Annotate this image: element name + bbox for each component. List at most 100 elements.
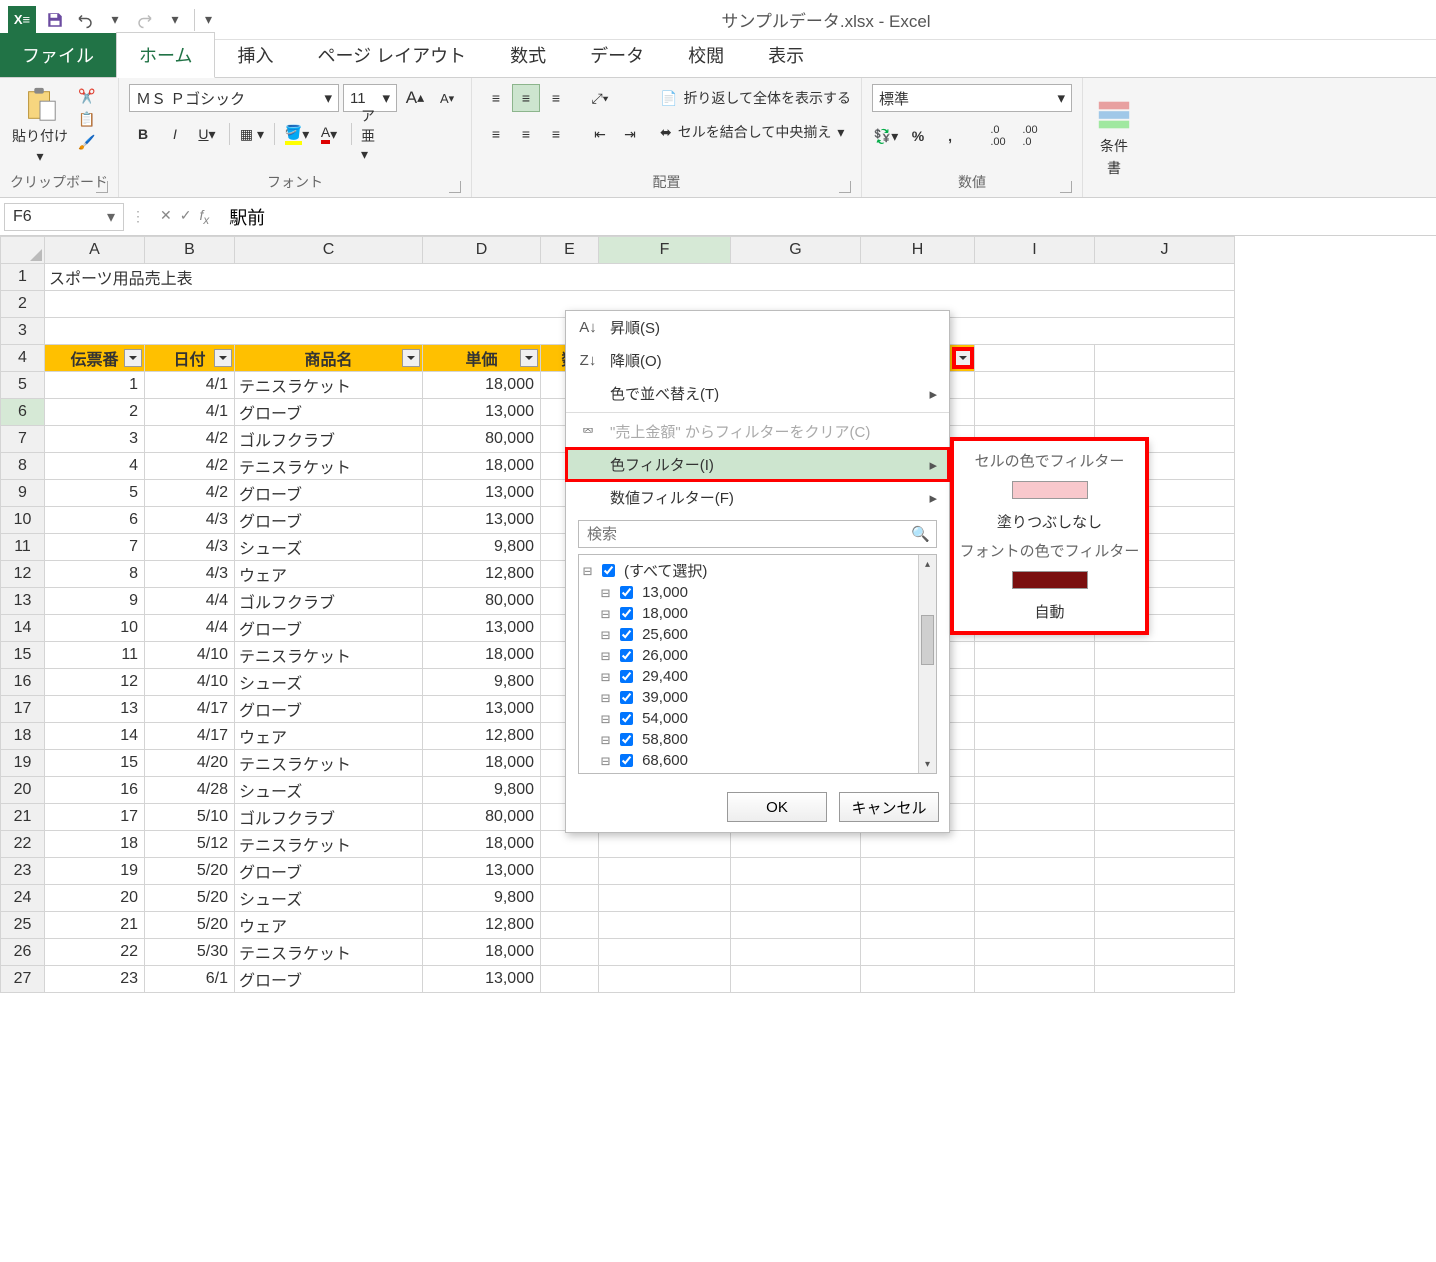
cell[interactable] bbox=[861, 912, 975, 939]
cell[interactable] bbox=[731, 885, 861, 912]
cell[interactable] bbox=[541, 858, 599, 885]
cell[interactable]: 18,000 bbox=[423, 372, 541, 399]
cell[interactable] bbox=[599, 831, 731, 858]
underline-button[interactable]: U ▾ bbox=[193, 120, 221, 148]
cell[interactable] bbox=[599, 912, 731, 939]
cell[interactable]: ゴルフクラブ bbox=[235, 426, 423, 453]
cell[interactable] bbox=[731, 858, 861, 885]
cell[interactable] bbox=[975, 939, 1095, 966]
cell[interactable]: 4/4 bbox=[145, 588, 235, 615]
cell[interactable]: 5/20 bbox=[145, 858, 235, 885]
redo-icon[interactable] bbox=[134, 9, 156, 31]
bold-button[interactable]: B bbox=[129, 120, 157, 148]
cell[interactable]: 12,800 bbox=[423, 723, 541, 750]
filter-check-item[interactable]: ⊟25,600 bbox=[583, 624, 932, 645]
cell[interactable]: 13,000 bbox=[423, 696, 541, 723]
cell[interactable]: 13,000 bbox=[423, 615, 541, 642]
cell[interactable] bbox=[861, 966, 975, 993]
cell[interactable] bbox=[1095, 399, 1235, 426]
cell[interactable]: 4/2 bbox=[145, 426, 235, 453]
search-icon[interactable]: 🔍 bbox=[911, 525, 930, 543]
cell[interactable] bbox=[1095, 669, 1235, 696]
worksheet-grid[interactable]: A B C D E F G H I J 1 スポーツ用品売上表 2 3 4 伝票… bbox=[0, 236, 1436, 993]
col-header-G[interactable]: G bbox=[731, 237, 861, 264]
cell[interactable] bbox=[731, 831, 861, 858]
cell[interactable]: 18,000 bbox=[423, 939, 541, 966]
cell[interactable]: 22 bbox=[45, 939, 145, 966]
cell[interactable] bbox=[975, 966, 1095, 993]
cell[interactable] bbox=[1095, 804, 1235, 831]
row-header[interactable]: 10 bbox=[1, 507, 45, 534]
decrease-font-icon[interactable]: A▾ bbox=[433, 84, 461, 112]
cell[interactable]: 8 bbox=[45, 561, 145, 588]
cell[interactable]: グローブ bbox=[235, 480, 423, 507]
undo-icon[interactable] bbox=[74, 9, 96, 31]
cell[interactable]: 4/2 bbox=[145, 453, 235, 480]
cell[interactable]: 12,800 bbox=[423, 561, 541, 588]
cell[interactable] bbox=[975, 696, 1095, 723]
cell[interactable]: 5 bbox=[45, 480, 145, 507]
cell[interactable]: グローブ bbox=[235, 615, 423, 642]
cell[interactable]: 20 bbox=[45, 885, 145, 912]
increase-decimal-icon[interactable]: .0.00 bbox=[984, 122, 1012, 150]
filter-check-item[interactable]: ⊟39,000 bbox=[583, 687, 932, 708]
cell[interactable]: 5/20 bbox=[145, 912, 235, 939]
filter-check-item[interactable]: ⊟54,000 bbox=[583, 708, 932, 729]
cell[interactable] bbox=[731, 912, 861, 939]
cell[interactable]: ウェア bbox=[235, 723, 423, 750]
filter-check-item[interactable]: ⊟18,000 bbox=[583, 603, 932, 624]
cell[interactable]: 6/1 bbox=[145, 966, 235, 993]
cell[interactable]: 4/2 bbox=[145, 480, 235, 507]
checkbox[interactable] bbox=[620, 754, 633, 767]
cell[interactable]: 18 bbox=[45, 831, 145, 858]
cell[interactable] bbox=[1095, 966, 1235, 993]
cell[interactable]: 13,000 bbox=[423, 966, 541, 993]
sort-descending[interactable]: Z↓ 降順(O) bbox=[566, 344, 949, 377]
tab-formula[interactable]: 数式 bbox=[488, 33, 568, 77]
cell[interactable] bbox=[861, 858, 975, 885]
cell[interactable]: 5/10 bbox=[145, 804, 235, 831]
cell[interactable]: 3 bbox=[45, 426, 145, 453]
row-header[interactable]: 5 bbox=[1, 372, 45, 399]
cell[interactable]: 4/17 bbox=[145, 696, 235, 723]
cell[interactable]: 80,000 bbox=[423, 804, 541, 831]
chevron-down-icon[interactable]: ▾ bbox=[107, 207, 115, 227]
paste-button[interactable]: 貼り付け ▾ bbox=[10, 84, 70, 167]
cell[interactable] bbox=[975, 372, 1095, 399]
cell[interactable]: 6 bbox=[45, 507, 145, 534]
filter-search-input[interactable] bbox=[585, 525, 911, 544]
sheet-title[interactable]: スポーツ用品売上表 bbox=[45, 264, 1235, 291]
col-header-C[interactable]: C bbox=[235, 237, 423, 264]
row-header[interactable]: 12 bbox=[1, 561, 45, 588]
filter-check-item[interactable]: ⊟68,600 bbox=[583, 750, 932, 771]
cell[interactable] bbox=[861, 939, 975, 966]
tab-file[interactable]: ファイル bbox=[0, 33, 116, 77]
cell[interactable]: 80,000 bbox=[423, 426, 541, 453]
cell[interactable]: 12 bbox=[45, 669, 145, 696]
italic-button[interactable]: I bbox=[161, 120, 189, 148]
cell[interactable]: 4/10 bbox=[145, 669, 235, 696]
cell[interactable]: テニスラケット bbox=[235, 642, 423, 669]
chevron-down-icon[interactable]: ▾ bbox=[837, 124, 844, 141]
cell[interactable]: 13 bbox=[45, 696, 145, 723]
row-header[interactable]: 24 bbox=[1, 885, 45, 912]
percent-button[interactable]: % bbox=[904, 122, 932, 150]
cell[interactable]: 4/28 bbox=[145, 777, 235, 804]
row-header[interactable]: 11 bbox=[1, 534, 45, 561]
scroll-up-icon[interactable]: ▴ bbox=[919, 555, 936, 573]
filter-button-active[interactable] bbox=[954, 349, 972, 367]
cell[interactable]: ウェア bbox=[235, 561, 423, 588]
cell[interactable] bbox=[731, 966, 861, 993]
cell[interactable]: 23 bbox=[45, 966, 145, 993]
checkbox[interactable] bbox=[620, 586, 633, 599]
row-header[interactable]: 25 bbox=[1, 912, 45, 939]
cell[interactable] bbox=[541, 831, 599, 858]
cell[interactable]: 2 bbox=[45, 399, 145, 426]
cell[interactable]: 4/17 bbox=[145, 723, 235, 750]
row-header[interactable]: 1 bbox=[1, 264, 45, 291]
cell[interactable]: 4/3 bbox=[145, 534, 235, 561]
cell[interactable]: 13,000 bbox=[423, 858, 541, 885]
cell[interactable]: 13,000 bbox=[423, 507, 541, 534]
filter-by-color[interactable]: 色フィルター(I) ▸ bbox=[566, 448, 949, 481]
cell[interactable]: 5/20 bbox=[145, 885, 235, 912]
